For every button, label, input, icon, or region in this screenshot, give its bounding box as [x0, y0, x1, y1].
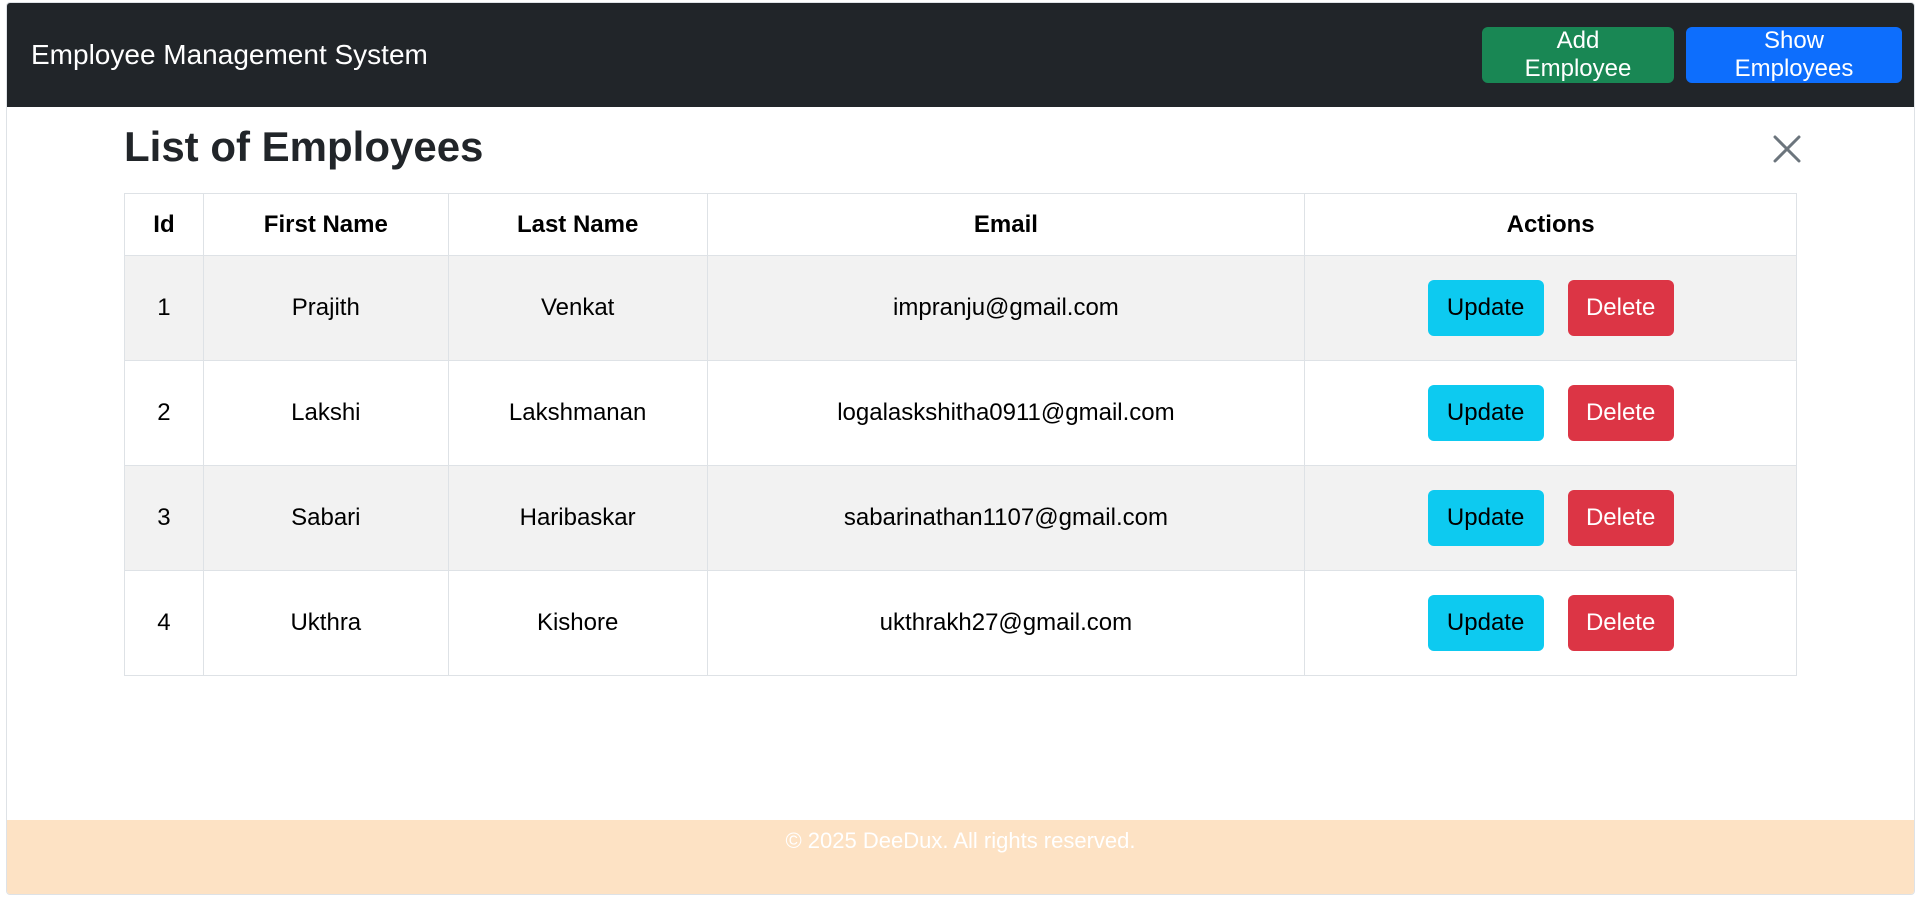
- header-actions: Actions: [1304, 193, 1797, 256]
- cell-id: 3: [124, 465, 204, 571]
- update-button[interactable]: Update: [1427, 280, 1544, 336]
- cell-first-name: Ukthra: [202, 570, 449, 676]
- cell-email: ukthrakh27@gmail.com: [706, 570, 1306, 676]
- cell-last-name: Venkat: [447, 255, 708, 361]
- navbar: Employee Management System Add Employee …: [7, 3, 1914, 107]
- add-employee-button[interactable]: Add Employee: [1482, 27, 1674, 83]
- update-button[interactable]: Update: [1427, 595, 1544, 651]
- cell-id: 4: [124, 570, 204, 676]
- header-email: Email: [706, 193, 1306, 256]
- cell-first-name: Sabari: [202, 465, 449, 571]
- page-title: List of Employees: [124, 123, 484, 170]
- table-row: 2 Lakshi Lakshmanan logalaskshitha0911@g…: [124, 360, 1797, 466]
- footer-text: © 2025 DeeDux. All rights reserved.: [785, 828, 1136, 853]
- cell-id: 2: [124, 360, 204, 466]
- cell-email: impranju@gmail.com: [706, 255, 1306, 361]
- cell-actions: Update Delete: [1304, 465, 1797, 571]
- header-last-name: Last Name: [447, 193, 708, 256]
- update-button[interactable]: Update: [1427, 490, 1544, 546]
- delete-button[interactable]: Delete: [1567, 280, 1674, 336]
- cell-last-name: Lakshmanan: [447, 360, 708, 466]
- delete-button[interactable]: Delete: [1567, 385, 1674, 441]
- app-frame: Employee Management System Add Employee …: [6, 2, 1915, 895]
- cell-email: logalaskshitha0911@gmail.com: [706, 360, 1306, 466]
- table-header-row: Id First Name Last Name Email Actions: [124, 193, 1797, 256]
- cell-last-name: Kishore: [447, 570, 708, 676]
- header-first-name: First Name: [202, 193, 449, 256]
- cell-id: 1: [124, 255, 204, 361]
- show-employees-button[interactable]: Show Employees: [1686, 27, 1902, 83]
- heading-row: List of Employees: [124, 119, 1805, 179]
- update-button[interactable]: Update: [1427, 385, 1544, 441]
- cell-first-name: Lakshi: [202, 360, 449, 466]
- brand-title[interactable]: Employee Management System: [31, 39, 428, 71]
- close-icon[interactable]: [1769, 131, 1805, 167]
- employees-table: Id First Name Last Name Email Actions 1 …: [124, 193, 1797, 676]
- cell-actions: Update Delete: [1304, 570, 1797, 676]
- table-row: 4 Ukthra Kishore ukthrakh27@gmail.com Up…: [124, 570, 1797, 676]
- nav-actions: Add Employee Show Employees: [1482, 27, 1902, 83]
- footer: © 2025 DeeDux. All rights reserved.: [7, 820, 1914, 894]
- table-row: 1 Prajith Venkat impranju@gmail.com Upda…: [124, 255, 1797, 361]
- cell-email: sabarinathan1107@gmail.com: [706, 465, 1306, 571]
- table-row: 3 Sabari Haribaskar sabarinathan1107@gma…: [124, 465, 1797, 571]
- header-id: Id: [124, 193, 204, 256]
- delete-button[interactable]: Delete: [1567, 595, 1674, 651]
- cell-first-name: Prajith: [202, 255, 449, 361]
- cell-actions: Update Delete: [1304, 255, 1797, 361]
- cell-actions: Update Delete: [1304, 360, 1797, 466]
- delete-button[interactable]: Delete: [1567, 490, 1674, 546]
- cell-last-name: Haribaskar: [447, 465, 708, 571]
